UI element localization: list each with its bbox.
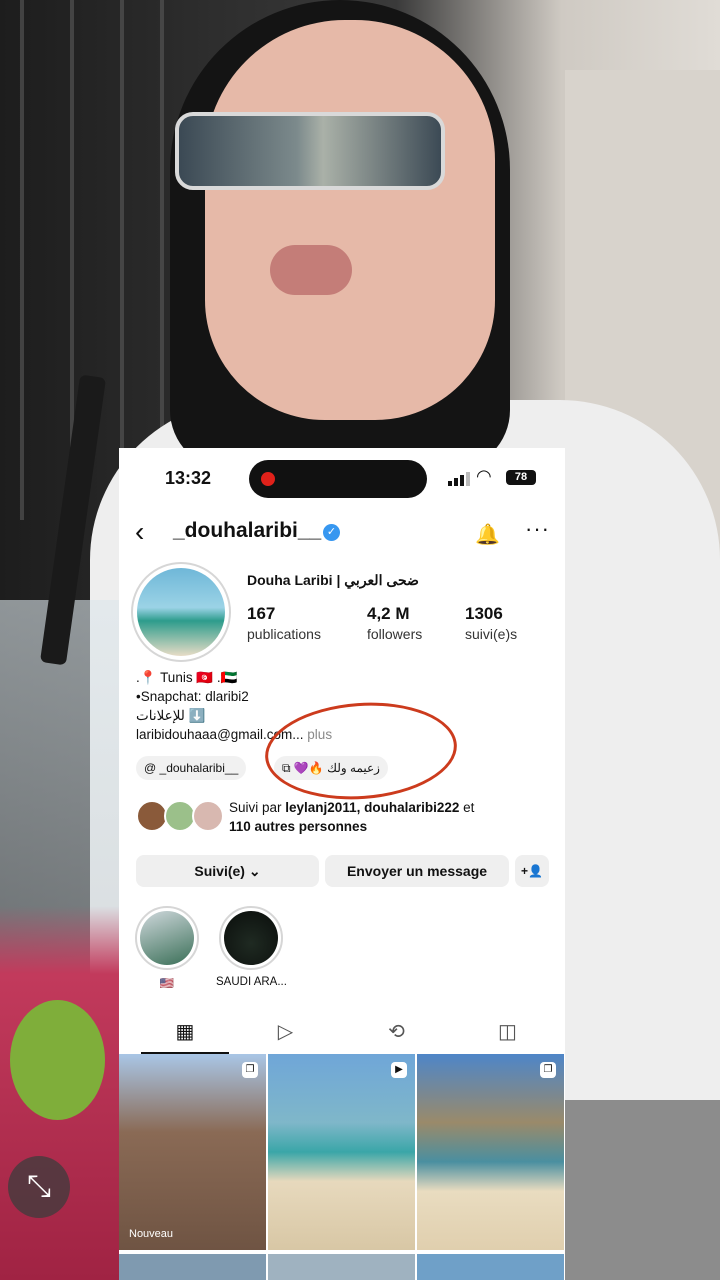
dynamic-island	[249, 460, 427, 498]
profile-full-name: Douha Laribi | ضحى العربي	[247, 572, 419, 588]
profile-avatar[interactable]	[131, 562, 231, 662]
stat-value: 1306	[465, 604, 503, 623]
post-tile[interactable]	[268, 1254, 415, 1280]
highlight-usa[interactable]: 🇺🇸	[132, 906, 202, 990]
status-bar: 13:32 ◠ 78	[119, 448, 565, 508]
recording-dot-icon	[261, 472, 275, 486]
back-icon[interactable]: ‹	[135, 516, 144, 548]
status-time: 13:32	[165, 468, 212, 488]
table-surface	[565, 1100, 720, 1280]
instagram-screenshot: 13:32 ◠ 78 ‹ _douhalaribi__ ✓ 🔔 ··· Douh…	[119, 448, 565, 1280]
reposts-tab-icon[interactable]: ⟲	[341, 1014, 452, 1054]
tagged-tab-icon[interactable]: ◫	[452, 1014, 563, 1054]
followed-prefix: Suivi par	[229, 800, 286, 815]
battery-icon: 78	[506, 470, 536, 485]
mint-leaves	[10, 1000, 105, 1120]
bio-line: .📍 Tunis 🇹🇳 .🇦🇪	[136, 670, 238, 685]
followed-by-row[interactable]: Suivi par leylanj2011, douhalaribi222 et…	[136, 798, 556, 838]
profile-username: _douhalaribi__	[173, 519, 322, 542]
wall-slat	[20, 0, 24, 520]
post-tile[interactable]	[119, 1254, 266, 1280]
stat-followers[interactable]: 4,2 M followers	[367, 604, 422, 642]
reels-tab-icon[interactable]: ▷	[230, 1014, 341, 1054]
suggest-user-button[interactable]: +👤	[515, 855, 549, 887]
notifications-bell-icon[interactable]: 🔔	[475, 522, 500, 547]
highlight-label: 🇺🇸	[159, 978, 175, 990]
verified-badge-icon: ✓	[323, 524, 340, 541]
reel-icon: ▶	[391, 1062, 407, 1078]
followed-by-text: Suivi par leylanj2011, douhalaribi222 et…	[229, 798, 549, 836]
followed-names: leylanj2011, douhalaribi222	[285, 800, 460, 815]
person-lips	[270, 245, 352, 295]
profile-tabs: ▦ ▷ ⟲ ◫	[119, 1014, 565, 1054]
stat-label: publications	[247, 626, 321, 642]
posts-grid: ❐ Nouveau ▶ ❐	[119, 1054, 565, 1280]
minimize-icon[interactable]: ⤡	[8, 1156, 70, 1218]
stat-label: followers	[367, 626, 423, 642]
grid-tab-icon[interactable]: ▦	[141, 1014, 229, 1054]
message-button[interactable]: Envoyer un message	[325, 855, 509, 887]
post-tile[interactable]: ❐	[417, 1054, 564, 1250]
threads-link-chip[interactable]: @ _douhalaribi__	[136, 756, 247, 780]
highlight-saudi[interactable]: SAUDI ARA...	[216, 906, 287, 988]
followed-others: 110 autres personnes	[229, 819, 368, 834]
highlight-ring	[219, 906, 283, 970]
avatar-image	[137, 568, 225, 656]
wall-slat	[120, 0, 124, 520]
highlight-ring	[135, 906, 199, 970]
post-tile[interactable]: ▶	[268, 1054, 415, 1250]
wifi-icon: ◠	[476, 466, 492, 486]
following-button[interactable]: Suivi(e) ⌄	[136, 855, 319, 887]
profile-header: ‹ _douhalaribi__ ✓ 🔔 ···	[119, 514, 565, 554]
highlight-image	[140, 911, 194, 965]
stat-following[interactable]: 1306 suivi(e)s	[465, 604, 517, 642]
carousel-icon: ❐	[242, 1062, 258, 1078]
person-face	[205, 20, 495, 420]
post-tile[interactable]	[417, 1254, 564, 1280]
stat-value: 4,2 M	[367, 604, 410, 623]
stat-label: suivi(e)s	[465, 626, 518, 642]
sunglasses	[175, 112, 445, 190]
post-tile[interactable]: ❐ Nouveau	[119, 1054, 266, 1250]
carousel-icon: ❐	[540, 1062, 556, 1078]
highlight-label: SAUDI ARA...	[216, 976, 287, 988]
stat-publications[interactable]: 167 publications	[247, 604, 321, 642]
more-options-icon[interactable]: ···	[525, 516, 550, 542]
highlight-image	[224, 911, 278, 965]
stat-value: 167	[247, 604, 276, 623]
follower-avatar	[192, 800, 224, 832]
followed-middle: et	[459, 800, 475, 815]
post-new-tag: Nouveau	[129, 1228, 174, 1240]
bio-line: •Snapchat: dlaribi2	[136, 689, 249, 704]
signal-icon	[448, 472, 470, 486]
